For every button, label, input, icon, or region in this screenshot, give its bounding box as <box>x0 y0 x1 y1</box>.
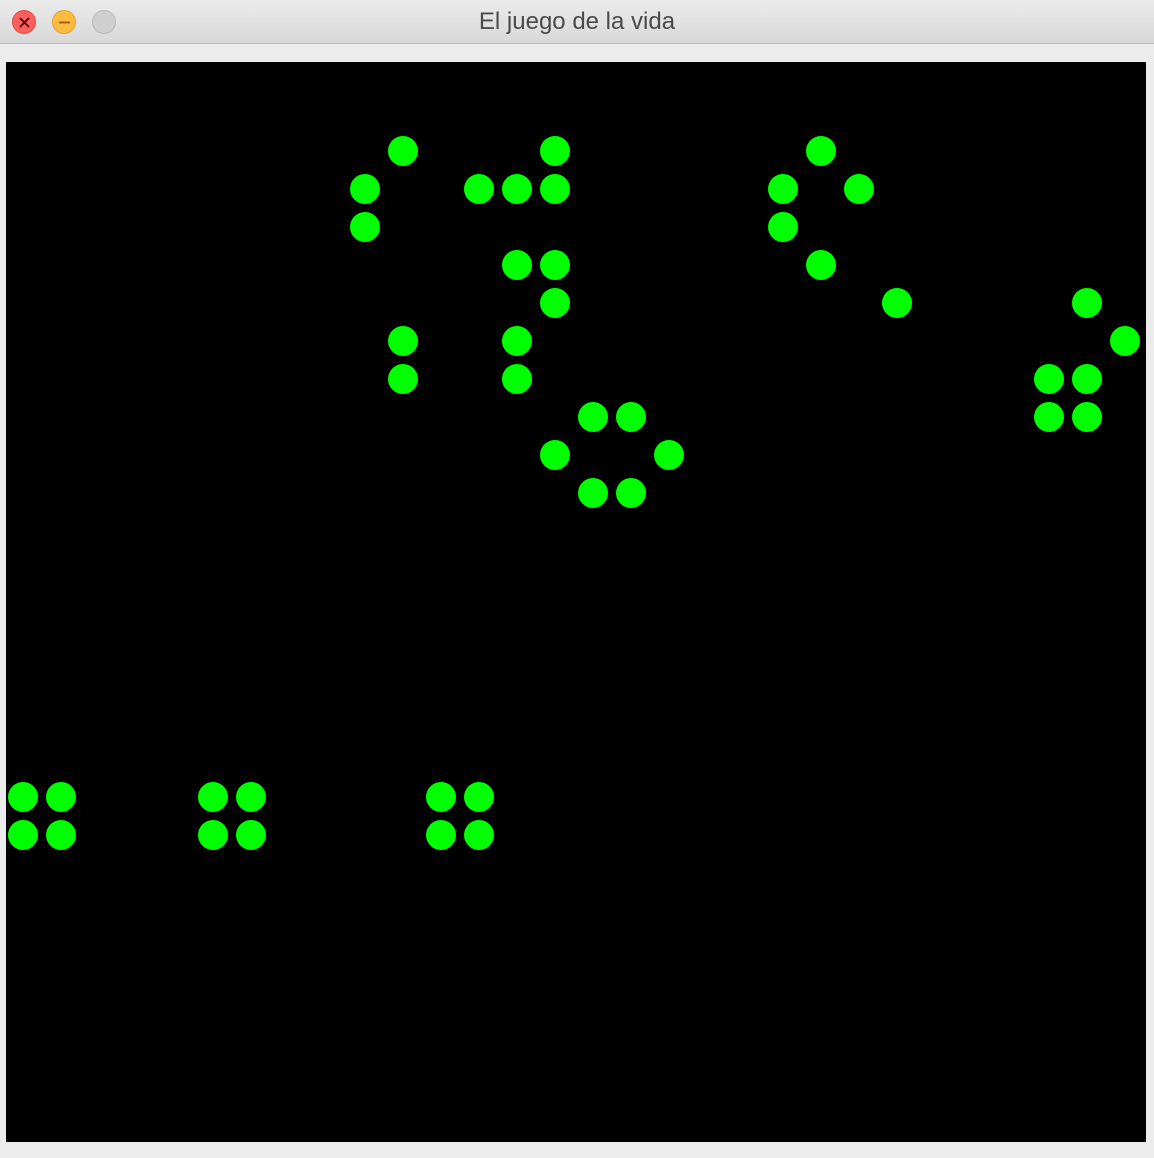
alive-cell <box>1072 288 1102 318</box>
alive-cell <box>464 782 494 812</box>
alive-cell <box>540 288 570 318</box>
window-title: El juego de la vida <box>478 8 676 35</box>
alive-cell <box>236 820 266 850</box>
alive-cell <box>350 174 380 204</box>
alive-cell <box>8 782 38 812</box>
app-window: El juego de la vida <box>0 0 1154 1158</box>
alive-cell <box>350 212 380 242</box>
alive-cell <box>806 250 836 280</box>
alive-cell <box>1072 364 1102 394</box>
alive-cell <box>502 326 532 356</box>
alive-cell <box>502 250 532 280</box>
alive-cell <box>1110 326 1140 356</box>
alive-cell <box>1072 402 1102 432</box>
alive-cell <box>1034 364 1064 394</box>
alive-cell <box>236 782 266 812</box>
alive-cell <box>616 402 646 432</box>
alive-cell <box>388 326 418 356</box>
alive-cell <box>502 174 532 204</box>
alive-cell <box>616 478 646 508</box>
alive-cell <box>540 174 570 204</box>
game-canvas[interactable] <box>6 62 1146 1142</box>
alive-cell <box>426 820 456 850</box>
alive-cell <box>540 440 570 470</box>
alive-cell <box>768 212 798 242</box>
alive-cell <box>388 136 418 166</box>
alive-cell <box>1034 402 1064 432</box>
alive-cell <box>578 478 608 508</box>
alive-cell <box>464 174 494 204</box>
alive-cell <box>806 136 836 166</box>
alive-cell <box>502 364 532 394</box>
alive-cell <box>8 820 38 850</box>
alive-cell <box>578 402 608 432</box>
alive-cell <box>46 782 76 812</box>
alive-cell <box>464 820 494 850</box>
alive-cell <box>540 136 570 166</box>
alive-cell <box>882 288 912 318</box>
alive-cell <box>46 820 76 850</box>
alive-cell <box>198 782 228 812</box>
title-bar[interactable]: El juego de la vida <box>0 0 1154 44</box>
alive-cell <box>654 440 684 470</box>
alive-cell <box>426 782 456 812</box>
cell-board <box>8 136 1140 850</box>
alive-cell <box>388 364 418 394</box>
alive-cell <box>768 174 798 204</box>
alive-cell <box>540 250 570 280</box>
alive-cell <box>844 174 874 204</box>
alive-cell <box>198 820 228 850</box>
